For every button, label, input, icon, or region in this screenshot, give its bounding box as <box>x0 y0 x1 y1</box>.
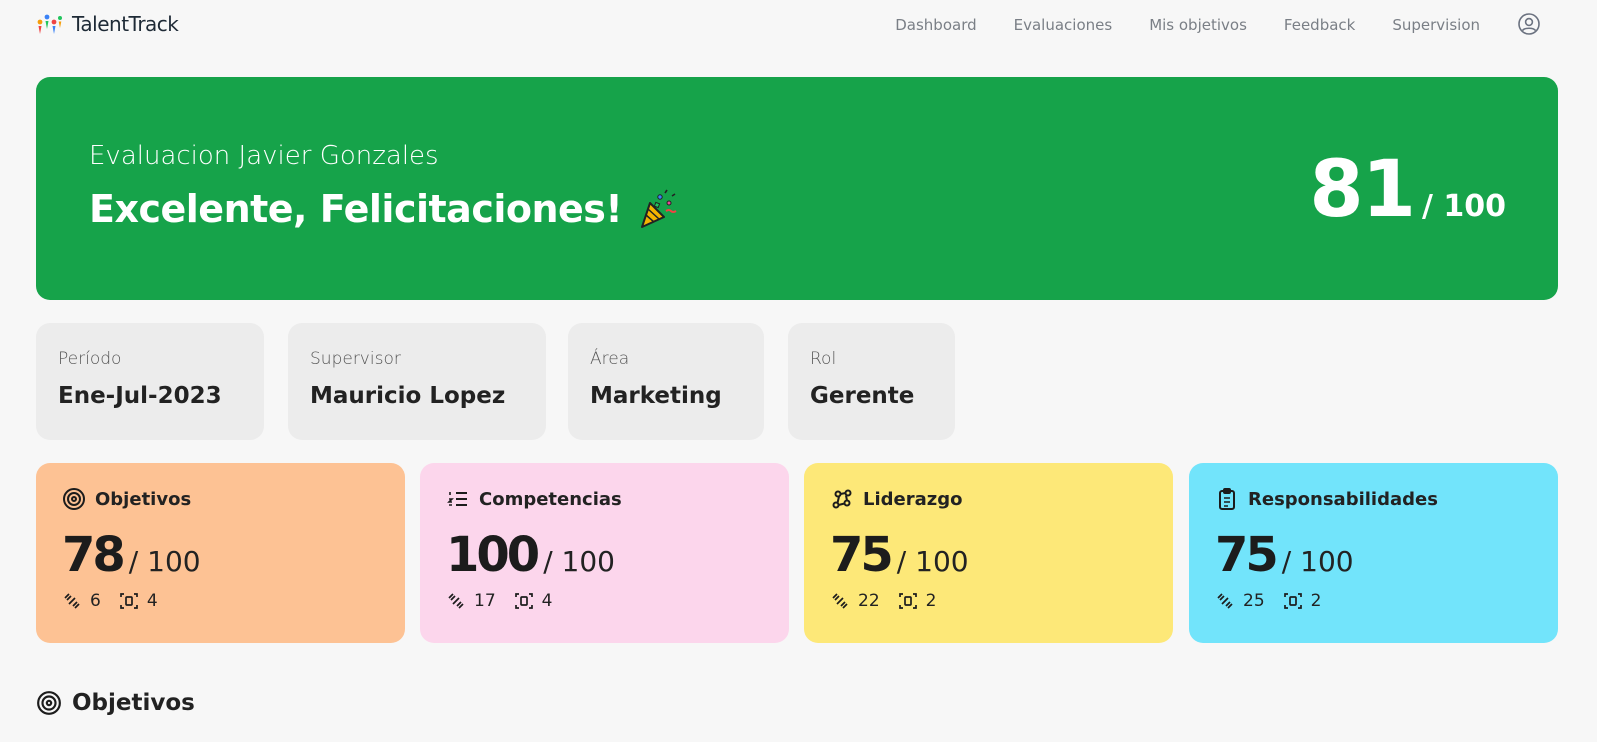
category-score: 75 / 100 <box>1215 527 1532 583</box>
category-score: 100 / 100 <box>446 527 763 583</box>
target-icon <box>37 691 61 715</box>
category-score-value: 75 <box>1215 527 1279 583</box>
scan-count: 2 <box>925 591 937 611</box>
category-score-max: / 100 <box>896 545 969 578</box>
category-header: Responsabilidades <box>1215 487 1532 511</box>
info-card-supervisor: Supervisor Mauricio Lopez <box>288 323 546 440</box>
scan-icon <box>898 593 917 609</box>
weight-icon <box>448 593 464 609</box>
evaluation-headline: Excelente, Felicitaciones! <box>89 187 680 231</box>
scan-icon <box>119 593 138 609</box>
section-title-text: Objetivos <box>72 690 195 716</box>
category-score-value: 100 <box>446 527 540 583</box>
weight-count: 17 <box>474 591 496 611</box>
category-card-competencias[interactable]: Competencias 100 / 100 17 4 <box>420 463 789 643</box>
scan-icon <box>1283 593 1302 609</box>
app-logo[interactable]: TalentTrack <box>36 12 179 36</box>
info-card-area: Área Marketing <box>568 323 764 440</box>
info-label: Período <box>58 349 122 369</box>
category-score: 75 / 100 <box>830 527 1147 583</box>
evaluation-subtitle: Evaluacion Javier Gonzales <box>89 141 439 171</box>
section-title-objetivos: Objetivos <box>36 690 195 716</box>
headline-text: Excelente, Felicitaciones! <box>89 187 623 231</box>
category-score-value: 75 <box>830 527 894 583</box>
overall-score: 81 / 100 <box>1309 145 1506 235</box>
category-meta: 25 2 <box>1215 591 1532 611</box>
category-score-max: / 100 <box>1281 545 1354 578</box>
info-value: Gerente <box>810 383 915 409</box>
category-score-max: / 100 <box>543 545 615 578</box>
weight-count: 6 <box>90 591 101 611</box>
info-label: Rol <box>810 349 837 369</box>
scan-count: 2 <box>1310 591 1322 611</box>
info-card-periodo: Período Ene-Jul-2023 <box>36 323 264 440</box>
category-meta: 6 4 <box>62 591 379 611</box>
category-header: Competencias <box>446 487 763 511</box>
weight-icon <box>64 593 80 609</box>
clipboard-icon <box>1219 488 1235 510</box>
weight-count: 25 <box>1243 591 1265 611</box>
overall-score-max: / 100 <box>1421 189 1506 224</box>
target-icon <box>63 488 85 510</box>
info-value: Mauricio Lopez <box>310 383 506 409</box>
info-value: Marketing <box>590 383 722 409</box>
weight-icon <box>832 593 848 609</box>
info-card-rol: Rol Gerente <box>788 323 955 440</box>
info-value: Ene-Jul-2023 <box>58 383 222 409</box>
network-icon <box>832 489 852 509</box>
category-card-responsabilidades[interactable]: Responsabilidades 75 / 100 25 2 <box>1189 463 1558 643</box>
category-title: Competencias <box>479 488 622 510</box>
category-title: Objetivos <box>95 488 192 510</box>
category-score-max: / 100 <box>128 545 201 578</box>
app-name: TalentTrack <box>72 12 179 36</box>
category-header: Liderazgo <box>830 487 1147 511</box>
scan-count: 4 <box>541 591 553 611</box>
evaluation-result-banner: Evaluacion Javier Gonzales Excelente, Fe… <box>36 77 1558 300</box>
nav-evaluaciones[interactable]: Evaluaciones <box>1014 16 1113 34</box>
category-header: Objetivos <box>62 487 379 511</box>
nav-dashboard[interactable]: Dashboard <box>895 16 976 34</box>
main-nav: Dashboard Evaluaciones Mis objetivos Fee… <box>895 12 1597 36</box>
top-navbar: TalentTrack Dashboard Evaluaciones Mis o… <box>0 0 1597 50</box>
nav-mis-objetivos[interactable]: Mis objetivos <box>1149 16 1247 34</box>
category-card-objetivos[interactable]: Objetivos 78 / 100 6 4 <box>36 463 405 643</box>
weight-count: 22 <box>858 591 880 611</box>
category-card-liderazgo[interactable]: Liderazgo 75 / 100 22 2 <box>804 463 1173 643</box>
category-title: Responsabilidades <box>1248 488 1438 510</box>
scan-icon <box>514 593 533 609</box>
category-score-value: 78 <box>62 527 126 583</box>
info-label: Supervisor <box>310 349 401 369</box>
info-label: Área <box>590 349 630 369</box>
category-meta: 17 4 <box>446 591 763 611</box>
party-popper-icon <box>641 189 677 228</box>
user-account-icon[interactable] <box>1517 12 1541 36</box>
weight-icon <box>1217 593 1233 609</box>
list-icon <box>447 492 467 506</box>
nav-supervision[interactable]: Supervision <box>1392 16 1480 34</box>
scan-count: 4 <box>146 591 158 611</box>
talenttrack-logo-icon <box>37 14 62 34</box>
overall-score-value: 81 <box>1309 145 1416 235</box>
category-title: Liderazgo <box>863 488 963 510</box>
category-score: 78 / 100 <box>62 527 379 583</box>
category-meta: 22 2 <box>830 591 1147 611</box>
nav-feedback[interactable]: Feedback <box>1284 16 1355 34</box>
